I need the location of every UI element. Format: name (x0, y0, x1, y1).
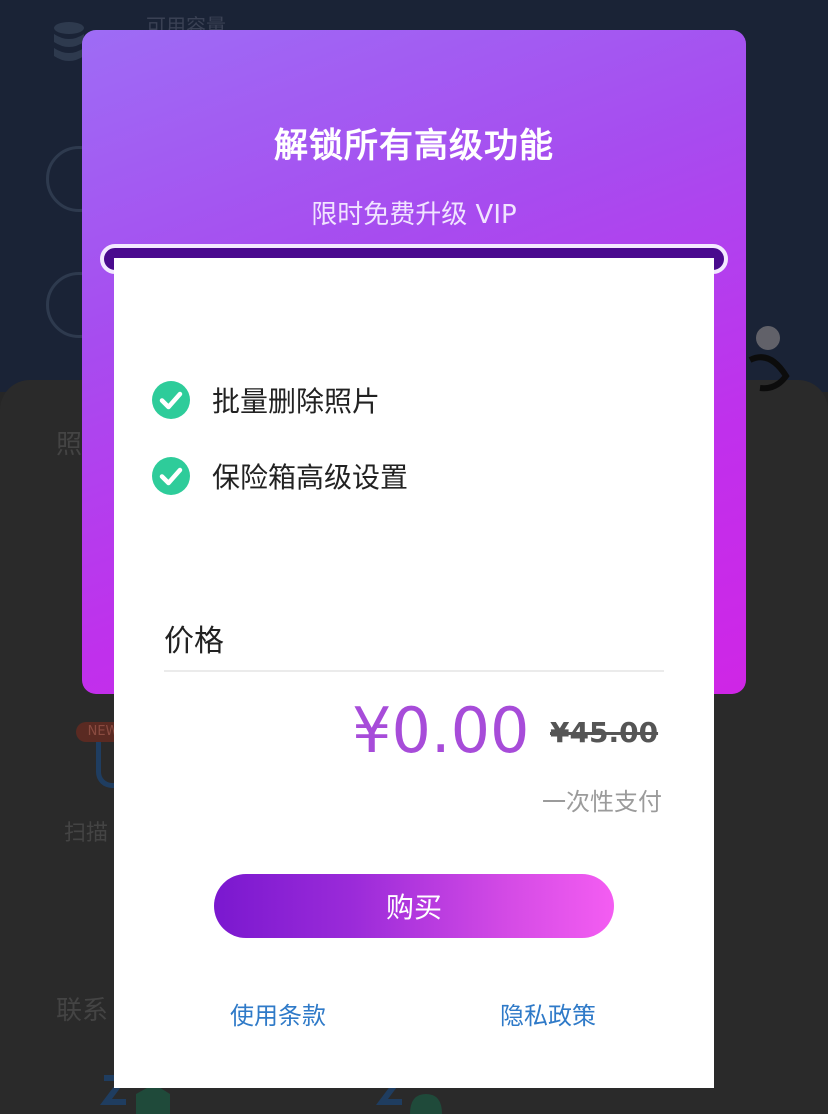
feature-label: 批量删除照片 (212, 385, 381, 418)
scan-label: 扫描 (64, 821, 109, 846)
modal-subtitle: 限时免费升级 VIP (311, 200, 517, 230)
contact-heading: 联系 (56, 996, 109, 1026)
check-circle-icon (152, 381, 190, 419)
vip-ticket-card: 批量删除照片 保险箱高级设置 价格 ¥0.00 ¥45.00 一次性支付 购买 … (114, 258, 714, 1088)
terms-of-use-link[interactable]: 使用条款 (230, 996, 326, 1031)
one-time-payment-note: 一次性支付 (542, 788, 662, 816)
photos-heading: 照 (56, 430, 83, 460)
modal-title: 解锁所有高级功能 (274, 126, 554, 166)
current-price: ¥0.00 (352, 694, 530, 767)
feature-label: 保险箱高级设置 (212, 461, 409, 494)
feature-item: 保险箱高级设置 (152, 456, 408, 496)
feature-item: 批量删除照片 (152, 380, 380, 420)
ticket-torn-edge (114, 1066, 714, 1088)
price-divider (164, 670, 664, 672)
privacy-policy-link[interactable]: 隐私政策 (500, 996, 596, 1031)
buy-button[interactable]: 购买 (214, 874, 614, 938)
database-icon (54, 22, 84, 61)
price-label: 价格 (164, 624, 224, 659)
check-circle-icon (152, 457, 190, 495)
original-price: ¥45.00 (550, 716, 659, 749)
illustration-figure (748, 326, 790, 392)
